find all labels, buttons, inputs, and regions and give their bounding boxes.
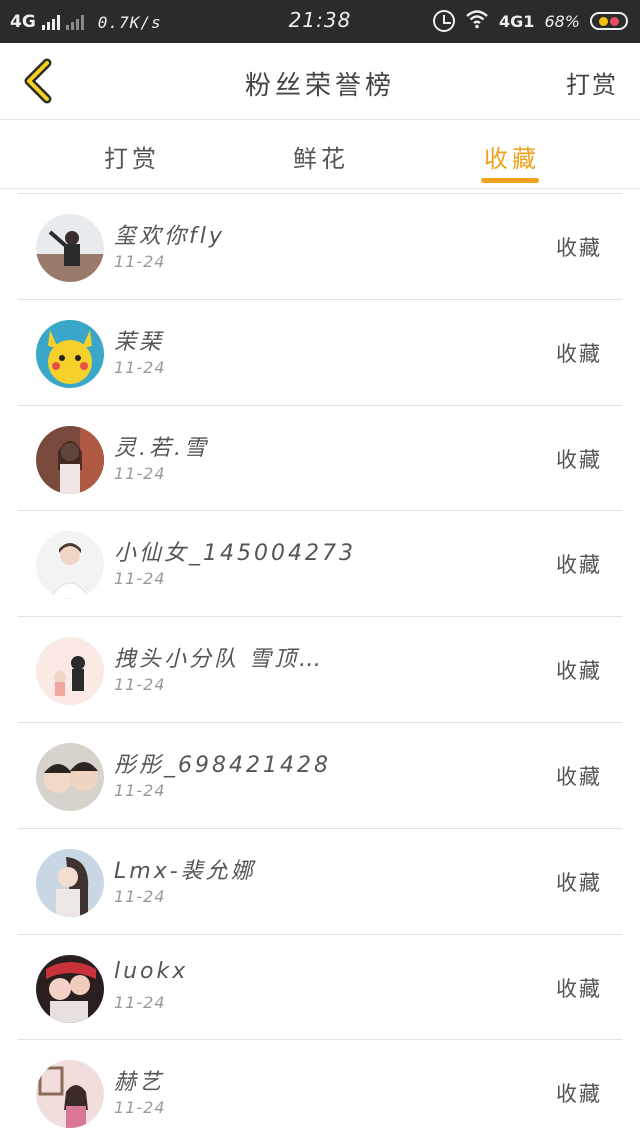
user-name: 拽头小分队 雪顶… bbox=[114, 647, 324, 673]
app-header: 粉丝荣誉榜 打赏 bbox=[0, 43, 640, 120]
list-item[interactable]: 灵.若.雪 11-24 收藏 bbox=[18, 406, 622, 512]
tab-favorites[interactable]: 收藏 bbox=[484, 139, 540, 174]
user-name: 玺欢你fly bbox=[114, 224, 225, 249]
status-bar: 4G 0.7K/s 21:38 4G1 68% bbox=[0, 0, 640, 43]
timestamp: 11-24 bbox=[114, 780, 166, 800]
avatar bbox=[36, 637, 104, 706]
active-tab-indicator bbox=[481, 178, 539, 183]
avatar bbox=[36, 531, 104, 600]
tab-bar: 打赏 鲜花 收藏 bbox=[0, 121, 640, 189]
network-type-secondary-label: 4G1 bbox=[499, 11, 535, 31]
list-item[interactable]: 小仙女_145004273 11-24 收藏 bbox=[18, 511, 622, 618]
tip-button[interactable]: 打赏 bbox=[566, 65, 618, 100]
avatar bbox=[36, 954, 104, 1023]
favorite-label: 收藏 bbox=[556, 764, 602, 789]
timestamp: 11-24 bbox=[114, 675, 166, 695]
page-title: 粉丝荣誉榜 bbox=[244, 71, 395, 101]
list-item[interactable]: luokx 11-24 收藏 bbox=[18, 935, 622, 1041]
avatar bbox=[36, 214, 104, 282]
favorite-label: 收藏 bbox=[556, 870, 602, 895]
list-item[interactable]: 拽头小分队 雪顶… 11-24 收藏 bbox=[18, 617, 622, 723]
timestamp: 11-24 bbox=[114, 252, 166, 271]
user-name: Lmx-裴允娜 bbox=[114, 858, 256, 884]
tab-flowers[interactable]: 鲜花 bbox=[293, 139, 349, 174]
wifi-icon bbox=[465, 9, 489, 34]
timestamp: 11-24 bbox=[114, 992, 166, 1012]
favorite-label: 收藏 bbox=[556, 659, 602, 684]
favorite-label: 收藏 bbox=[556, 341, 602, 366]
user-name: 茉琹 bbox=[114, 329, 165, 355]
list-item[interactable]: 彤彤_698421428 11-24 收藏 bbox=[18, 723, 622, 829]
timestamp: 11-24 bbox=[114, 569, 166, 589]
user-name: 灵.若.雪 bbox=[114, 435, 209, 461]
timestamp: 11-24 bbox=[114, 886, 166, 906]
tab-tip[interactable]: 打赏 bbox=[104, 139, 160, 174]
timestamp: 11-24 bbox=[114, 463, 166, 483]
avatar bbox=[36, 425, 104, 494]
user-name: luokx bbox=[114, 958, 189, 984]
avatar bbox=[36, 742, 104, 811]
list-item[interactable]: Lmx-裴允娜 11-24 收藏 bbox=[18, 829, 622, 935]
avatar bbox=[36, 319, 104, 388]
favorite-label: 收藏 bbox=[556, 236, 602, 260]
avatar bbox=[36, 848, 104, 917]
timestamp: 11-24 bbox=[114, 357, 166, 377]
user-name: 彤彤_698421428 bbox=[114, 752, 331, 778]
favorite-label: 收藏 bbox=[556, 1082, 602, 1107]
alarm-icon bbox=[433, 10, 456, 32]
fan-list: 玺欢你fly 11-24 收藏 茉琹 11-24 收藏 灵.若.雪 11-24 … bbox=[18, 193, 622, 1138]
timestamp: 11-24 bbox=[114, 1098, 166, 1118]
battery-percent: 68% bbox=[544, 11, 580, 31]
favorite-label: 收藏 bbox=[556, 976, 602, 1001]
battery-icon bbox=[590, 12, 628, 30]
list-item[interactable]: 玺欢你fly 11-24 收藏 bbox=[18, 194, 622, 300]
user-name: 赫艺 bbox=[114, 1070, 165, 1096]
user-name: 小仙女_145004273 bbox=[114, 541, 356, 567]
favorite-label: 收藏 bbox=[556, 447, 602, 472]
avatar bbox=[36, 1060, 104, 1129]
status-right: 4G1 68% bbox=[433, 8, 628, 34]
list-item[interactable]: 茉琹 11-24 收藏 bbox=[18, 300, 622, 406]
favorite-label: 收藏 bbox=[556, 553, 602, 578]
list-item[interactable]: 赫艺 11-24 收藏 bbox=[18, 1040, 622, 1138]
